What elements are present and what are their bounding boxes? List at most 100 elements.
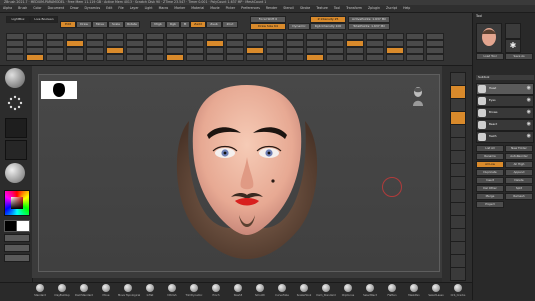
shelf-control[interactable]	[286, 33, 304, 40]
shelf-control[interactable]	[366, 33, 384, 40]
subtool-row[interactable]: Brows ◉	[476, 107, 534, 119]
brush-slot-4[interactable]: Move Topological	[118, 284, 140, 300]
shelf-control[interactable]	[346, 40, 364, 47]
visibility-eye-icon[interactable]: ◉	[527, 133, 531, 139]
brush-slot-11[interactable]: CurveTube	[272, 284, 292, 300]
shelf-button-16[interactable]: Z Intensity 25	[310, 16, 346, 23]
palette-lower-button-3[interactable]: AutoReorder	[505, 153, 533, 160]
document-canvas[interactable]	[38, 74, 440, 272]
menu-item-edit[interactable]: Edit	[106, 5, 112, 12]
shelf-button-3[interactable]: Draw	[76, 21, 92, 28]
shelf-control[interactable]	[326, 54, 344, 61]
shelf-control[interactable]	[266, 54, 284, 61]
right-tray-button-scale[interactable]	[450, 215, 466, 229]
shelf-control[interactable]	[406, 40, 424, 47]
shelf-control[interactable]	[166, 47, 184, 54]
brush-slot-8[interactable]: Pinch	[206, 284, 226, 300]
shelf-control[interactable]	[346, 47, 364, 54]
palette-lower-button-2[interactable]: Rename	[476, 153, 504, 160]
shelf-control[interactable]	[206, 40, 224, 47]
color-picker-square[interactable]	[11, 197, 23, 209]
right-tray-button-scroll[interactable]	[450, 98, 466, 112]
shelf-button-4[interactable]: Move	[92, 21, 108, 28]
shelf-control[interactable]	[286, 47, 304, 54]
shelf-control[interactable]	[226, 54, 244, 61]
shelf-control[interactable]	[366, 47, 384, 54]
brush-slot-2[interactable]: DamStandard	[74, 284, 94, 300]
shelf-control[interactable]	[266, 40, 284, 47]
gradient-toggle[interactable]	[4, 234, 30, 242]
subtool-row[interactable]: Eyes ◉	[476, 95, 534, 107]
menu-item-dynamics[interactable]: Dynamics	[84, 5, 100, 12]
shelf-control[interactable]	[146, 47, 164, 54]
brush-slot-15[interactable]: SelectRect	[360, 284, 380, 300]
shelf-control[interactable]	[6, 54, 24, 61]
shelf-control[interactable]	[86, 33, 104, 40]
texture-thumbnail[interactable]	[5, 140, 27, 160]
shelf-control[interactable]	[246, 40, 264, 47]
subtool-row[interactable]: Head ◉	[476, 83, 534, 95]
palette-lower-button-6[interactable]: Duplicate	[476, 169, 504, 176]
brush-slot-5[interactable]: Inflat	[140, 284, 160, 300]
alternate-toggle[interactable]	[4, 254, 30, 262]
shelf-control[interactable]	[426, 33, 444, 40]
shelf-control[interactable]	[206, 54, 224, 61]
shelf-control[interactable]	[386, 47, 404, 54]
alpha-thumbnail[interactable]	[5, 118, 27, 138]
shelf-control[interactable]	[186, 40, 204, 47]
right-tray-button-frame[interactable]	[450, 189, 466, 203]
shelf-button-15[interactable]: Dynamic	[288, 23, 310, 30]
brush-slot-9[interactable]: Slash3	[228, 284, 248, 300]
menu-item-stencil[interactable]: Stencil	[283, 5, 294, 12]
subtool-row[interactable]: Teeth ◉	[476, 131, 534, 143]
right-tray-button-rotate[interactable]	[450, 228, 466, 242]
subtool-row[interactable]: Beard ◉	[476, 119, 534, 131]
shelf-control[interactable]	[226, 40, 244, 47]
shelf-control[interactable]	[326, 33, 344, 40]
menu-item-marker[interactable]: Marker	[174, 5, 185, 12]
shelf-control[interactable]	[246, 54, 264, 61]
stroke-thumbnail[interactable]	[5, 93, 25, 113]
brush-slot-19[interactable]: Orb_Cracks	[448, 284, 468, 300]
visibility-eye-icon[interactable]: ◉	[527, 121, 531, 127]
shelf-control[interactable]	[186, 47, 204, 54]
palette-button-1[interactable]: Save As	[505, 53, 533, 60]
brush-slot-18[interactable]: SelectLasso	[426, 284, 446, 300]
shelf-button-7[interactable]: Mrgb	[150, 21, 166, 28]
right-tray-button-move[interactable]	[450, 202, 466, 216]
shelf-control[interactable]	[386, 40, 404, 47]
shelf-control[interactable]	[86, 54, 104, 61]
shelf-control[interactable]	[366, 40, 384, 47]
shelf-control[interactable]	[146, 33, 164, 40]
right-tray-button-spix-3[interactable]	[450, 85, 466, 99]
menu-item-light[interactable]: Light	[145, 5, 153, 12]
shelf-button-1[interactable]: Live Boolean	[30, 16, 58, 23]
brush-slot-16[interactable]: Flatten	[382, 284, 402, 300]
brush-thumbnail[interactable]	[5, 68, 25, 88]
menu-item-picker[interactable]: Picker	[226, 5, 236, 12]
shelf-control[interactable]	[106, 33, 124, 40]
menu-item-layer[interactable]: Layer	[130, 5, 139, 12]
primary-color-swatch[interactable]	[16, 220, 30, 232]
shelf-button-19[interactable]: TotalPoints: 1.637 Mil	[348, 23, 390, 30]
shelf-button-8[interactable]: Rgb	[166, 21, 180, 28]
shelf-control[interactable]	[6, 40, 24, 47]
shelf-control[interactable]	[66, 40, 84, 47]
right-tray-button-aahalf[interactable]	[450, 137, 466, 151]
shelf-control[interactable]	[186, 33, 204, 40]
shelf-control[interactable]	[86, 40, 104, 47]
shelf-control[interactable]	[206, 47, 224, 54]
shelf-control[interactable]	[126, 47, 144, 54]
brush-slot-13[interactable]: Dam_Standard	[316, 284, 336, 300]
shelf-control[interactable]	[226, 47, 244, 54]
tool-thumbnail-head[interactable]	[476, 23, 502, 53]
shelf-button-10[interactable]: Zadd	[190, 21, 206, 28]
brush-slot-0[interactable]: Standard	[30, 284, 50, 300]
right-tray-button-zoom[interactable]	[450, 111, 466, 125]
shelf-button-5[interactable]: Scale	[108, 21, 124, 28]
shelf-control[interactable]	[66, 47, 84, 54]
palette-lower-button-12[interactable]: Merge	[476, 193, 504, 200]
right-tray-button-floor[interactable]	[450, 163, 466, 177]
visibility-eye-icon[interactable]: ◉	[527, 97, 531, 103]
shelf-control[interactable]	[66, 54, 84, 61]
